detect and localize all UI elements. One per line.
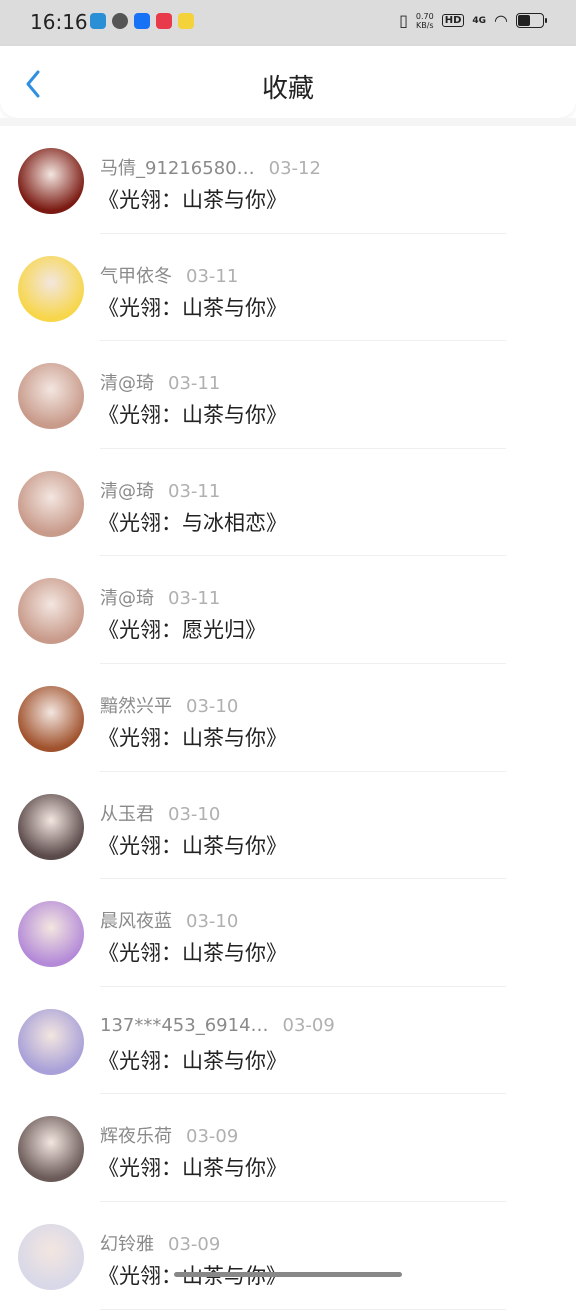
speed-value: 0.70 — [415, 11, 434, 21]
list-item[interactable]: 清@琦 03-11 《光翎：与冰相恋》 — [0, 449, 576, 557]
avatar[interactable] — [18, 578, 84, 645]
user-line: 清@琦 03-11 — [100, 369, 220, 395]
network-speed: 0.70 KB/s — [416, 12, 434, 30]
zhihu-icon — [134, 13, 150, 29]
list-item[interactable]: 晨风夜蓝 03-10 《光翎：山茶与你》 — [0, 879, 576, 987]
avatar[interactable] — [18, 793, 84, 860]
favorite-date: 03-09 — [168, 1233, 221, 1255]
list-item[interactable]: 幻铃雅03-09《光翎：山茶与你》 — [0, 1202, 576, 1310]
favorite-date: 03-12 — [268, 158, 321, 179]
book-title: 《光翎：山茶与你》 — [98, 188, 287, 212]
favorite-date: 03-11 — [186, 265, 239, 287]
book-title: 《光翎：山茶与你》 — [98, 1156, 287, 1181]
user-line: 晨风夜蓝 03-10 — [100, 907, 238, 933]
divider — [100, 1308, 506, 1310]
app-yellow-icon — [178, 13, 194, 29]
user-name: 辉夜乐荷 — [100, 1126, 172, 1148]
user-line: 清@琦 03-11 — [100, 477, 220, 503]
user-name: 137***453_6914… — [100, 1014, 269, 1036]
avatar[interactable] — [18, 685, 84, 752]
list-item[interactable]: 马倩_91216580… 03-12 《光翎：山茶与你》 — [0, 126, 576, 234]
list-item[interactable]: 黯然兴平 03-10 《光翎：山茶与你》 — [0, 664, 576, 772]
list-item[interactable]: 137***453_6914… 03-09 《光翎：山茶与你》 — [0, 987, 576, 1095]
favorite-date: 03-10 — [186, 911, 239, 933]
avatar[interactable] — [18, 901, 84, 968]
list-item[interactable]: 气甲依冬 03-11 《光翎：山茶与你》 — [0, 234, 576, 342]
avatar[interactable] — [18, 1116, 84, 1183]
wifi-icon: ◠ — [494, 11, 508, 30]
favorite-date: 03-09 — [186, 1126, 239, 1148]
user-line: 幻铃雅 03-09 — [100, 1230, 220, 1256]
user-name: 清@琦 — [100, 480, 154, 502]
battery-icon — [516, 13, 547, 28]
header-bar: 收藏 — [0, 46, 576, 118]
user-line: 气甲依冬 03-11 — [100, 262, 238, 288]
favorite-date: 03-10 — [186, 695, 239, 717]
book-title: 《光翎：山茶与你》 — [98, 403, 287, 428]
hd-icon: HD — [441, 14, 465, 27]
header-shadow-area — [0, 118, 576, 126]
book-title: 《光翎：山茶与你》 — [98, 1048, 287, 1073]
favorite-date: 03-10 — [168, 803, 221, 825]
book-title: 《光翎：山茶与你》 — [98, 295, 287, 320]
book-title: 《光翎：山茶与你》 — [98, 833, 287, 858]
list-item[interactable]: 辉夜乐荷 03-09 《光翎：山茶与你》 — [0, 1094, 576, 1202]
user-name: 黯然兴平 — [100, 695, 172, 717]
avatar[interactable] — [18, 363, 84, 430]
user-name: 晨风夜蓝 — [100, 911, 172, 933]
favorite-date: 03-11 — [168, 588, 221, 610]
user-name: 气甲依冬 — [100, 265, 172, 287]
user-line: 辉夜乐荷 03-09 — [100, 1122, 238, 1148]
user-name: 马倩_91216580… — [100, 158, 255, 179]
status-right: ▯ 0.70 KB/s HD 4G ◠ — [399, 11, 547, 30]
favorite-date: 03-11 — [168, 480, 221, 502]
book-title: 《光翎：愿光归》 — [98, 618, 266, 643]
user-name: 清@琦 — [100, 588, 154, 610]
avatar[interactable] — [18, 148, 84, 214]
user-line: 清@琦 03-11 — [100, 584, 220, 610]
favorites-list: 马倩_91216580… 03-12 《光翎：山茶与你》 气甲依冬 03-11 《光翎：山… — [0, 126, 576, 1310]
user-line: 137***453_6914… 03-09 — [100, 1015, 335, 1036]
book-title: 《光翎：与冰相恋》 — [98, 510, 287, 535]
home-indicator[interactable] — [174, 1272, 402, 1277]
avatar[interactable] — [18, 1223, 84, 1290]
list-item[interactable]: 从玉君 03-10 《光翎：山茶与你》 — [0, 772, 576, 880]
list-item[interactable]: 清@琦 03-11 《光翎：山茶与你》 — [0, 341, 576, 449]
list-item[interactable]: 清@琦 03-11 《光翎：愿光归》 — [0, 556, 576, 664]
user-name: 从玉君 — [100, 803, 154, 825]
status-bar: 16:16 ▯ 0.70 KB/s HD 4G ◠ — [0, 0, 576, 46]
user-line: 黯然兴平 03-10 — [100, 692, 238, 718]
signal-icon: 4G — [472, 15, 487, 26]
favorite-date: 03-09 — [282, 1014, 335, 1036]
app-red-icon — [156, 13, 172, 29]
user-line: 马倩_91216580… 03-12 — [100, 154, 321, 180]
user-name: 清@琦 — [100, 373, 154, 395]
user-name: 幻铃雅 — [100, 1233, 154, 1255]
avatar[interactable] — [18, 470, 84, 537]
book-title: 《光翎：山茶与你》 — [98, 941, 287, 966]
telegram-icon — [90, 13, 106, 29]
avatar[interactable] — [18, 1008, 84, 1075]
notification-icons — [90, 13, 194, 29]
page-title: 收藏 — [261, 74, 314, 104]
avatar[interactable] — [18, 255, 84, 322]
vibrate-icon: ▯ — [399, 11, 408, 30]
favorite-date: 03-11 — [168, 373, 221, 395]
compass-icon — [112, 13, 128, 29]
book-title: 《光翎：山茶与你》 — [98, 725, 287, 750]
user-line: 从玉君 03-10 — [100, 800, 220, 826]
speed-unit: KB/s — [415, 20, 434, 30]
status-time: 16:16 — [30, 10, 88, 34]
